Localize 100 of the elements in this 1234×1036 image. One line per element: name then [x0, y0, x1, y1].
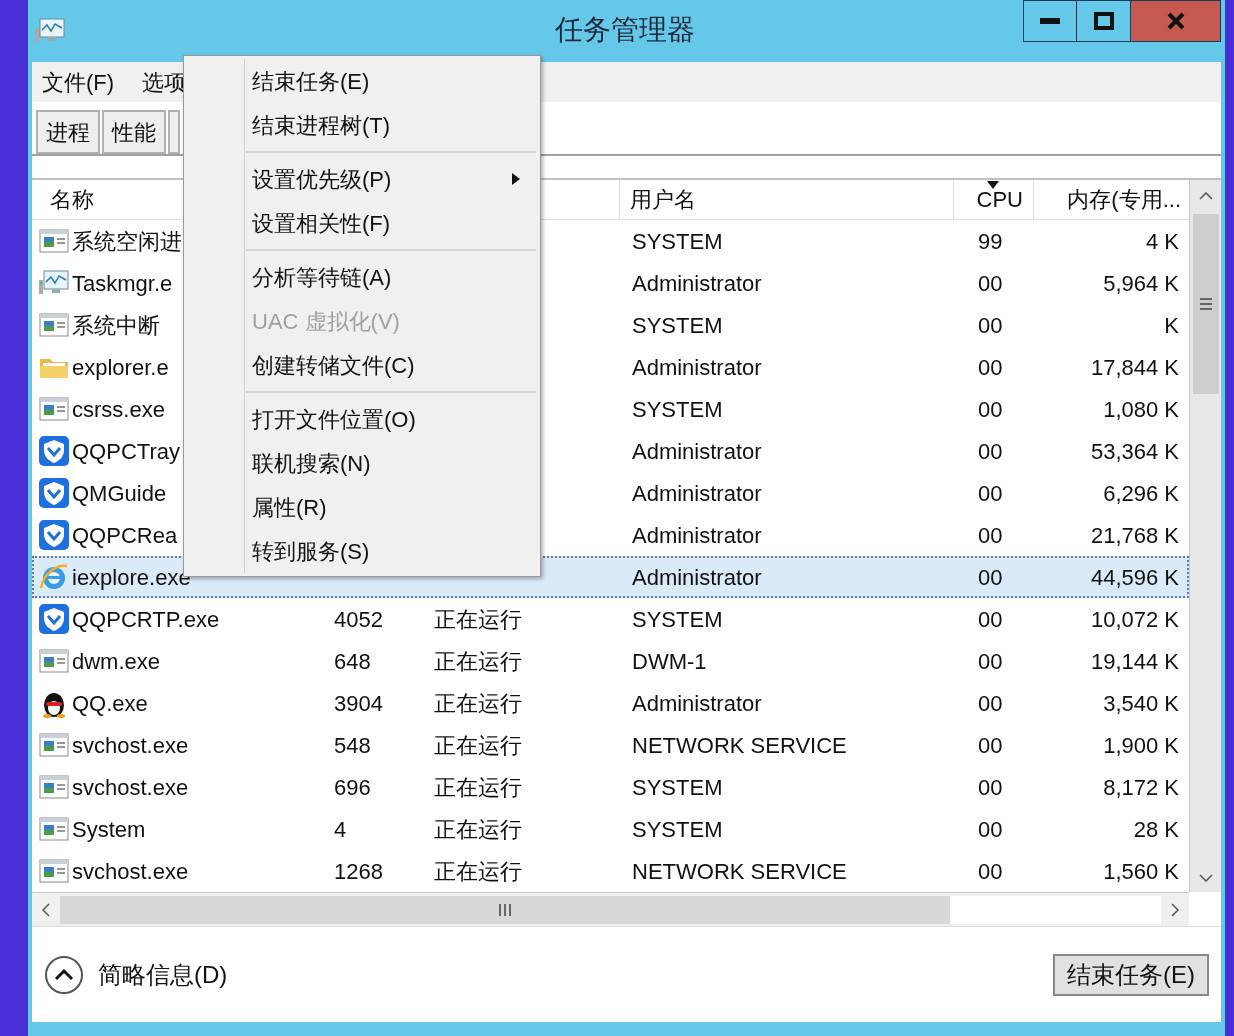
pid-cell: 3904 [334, 690, 383, 716]
user-cell: SYSTEM [632, 312, 723, 338]
maximize-button[interactable] [1077, 0, 1131, 42]
scroll-thumb[interactable] [1192, 214, 1219, 394]
window-icon [38, 856, 70, 886]
memory-cell-text: 6,296 K [1103, 479, 1179, 508]
process-name: svchost.exe [72, 731, 189, 760]
context-menu-item[interactable]: 结束任务(E) [184, 59, 540, 103]
window-title: 任务管理器 [555, 13, 695, 47]
cpu-cell: 00 [978, 606, 1003, 632]
cpu-cell: 00 [978, 774, 1003, 800]
user-cell: DWM-1 [632, 648, 707, 674]
vertical-scrollbar[interactable] [1189, 180, 1221, 892]
column-header[interactable]: CPU [954, 180, 1034, 219]
status-cell: 正在运行 [434, 690, 522, 716]
user-cell: SYSTEM [632, 396, 723, 422]
user-cell: Administrator [632, 480, 762, 506]
user-cell: SYSTEM [632, 774, 723, 800]
scroll-thumb[interactable] [60, 895, 950, 924]
user-cell: Administrator [632, 270, 762, 296]
memory-cell-text: 5,964 K [1103, 269, 1179, 298]
scroll-right-icon [1171, 902, 1179, 917]
cpu-cell: 00 [978, 564, 1003, 590]
status-cell: 正在运行 [434, 774, 522, 800]
process-name: Taskmgr.e [72, 269, 173, 298]
cpu-cell: 00 [978, 522, 1003, 548]
memory-cell-text: 1,560 K [1103, 857, 1179, 886]
user-cell: NETWORK SERVICE [632, 732, 847, 758]
memory-cell-text: 3,540 K [1103, 689, 1179, 718]
process-name: dwm.exe [72, 647, 161, 676]
memory-cell-text: 28 K [1133, 815, 1179, 844]
cpu-cell: 00 [978, 480, 1003, 506]
cpu-cell: 00 [978, 648, 1003, 674]
window-icon [38, 394, 70, 424]
process-name: 系统空闲进 [72, 227, 182, 256]
cpu-cell: 00 [978, 438, 1003, 464]
menu-item[interactable]: 文件(F) [42, 65, 115, 99]
cpu-cell: 00 [978, 396, 1003, 422]
end-task-button[interactable]: 结束任务(E) [1053, 953, 1209, 996]
cpu-cell: 00 [978, 270, 1003, 296]
tab[interactable]: 进程 [36, 110, 100, 154]
minimize-button[interactable] [1023, 0, 1077, 42]
close-button[interactable] [1131, 0, 1221, 42]
tab[interactable]: 性能 [102, 110, 166, 154]
status-cell: 正在运行 [434, 732, 522, 758]
details-link[interactable]: 简略信息(D) [98, 956, 228, 993]
maximize-icon [1093, 12, 1114, 30]
memory-cell-text: K [1164, 311, 1179, 340]
cpu-cell: 00 [978, 312, 1003, 338]
shield-icon [38, 478, 70, 508]
cpu-cell: 00 [978, 354, 1003, 380]
user-cell: SYSTEM [632, 816, 723, 842]
column-header[interactable]: 内存(专用... [1034, 180, 1189, 219]
pid-cell: 548 [334, 732, 371, 758]
process-name: QQPCTray [72, 437, 180, 466]
window-icon [38, 730, 70, 760]
shield-icon [38, 436, 70, 466]
context-menu-item[interactable]: 属性(R) [184, 485, 540, 529]
collapse-icon[interactable] [44, 954, 84, 995]
memory-cell-text: 1,900 K [1103, 731, 1179, 760]
memory-cell-text: 21,768 K [1090, 521, 1179, 550]
status-cell: 正在运行 [434, 648, 522, 674]
context-menu-item[interactable]: 创建转储文件(C) [184, 343, 540, 387]
memory-cell-text: 17,844 K [1090, 353, 1179, 382]
context-menu-item[interactable]: 结束进程树(T) [184, 103, 540, 147]
pid-cell: 648 [334, 648, 371, 674]
user-cell: SYSTEM [632, 228, 723, 254]
user-cell: NETWORK SERVICE [632, 858, 847, 884]
context-menu-item[interactable]: 打开文件位置(O) [184, 397, 540, 441]
memory-cell-text: 8,172 K [1103, 773, 1179, 802]
scroll-down-icon [1198, 874, 1213, 882]
window-icon [38, 226, 70, 256]
process-name: svchost.exe [72, 773, 189, 802]
memory-cell-text: 44,596 K [1090, 563, 1179, 592]
horizontal-scrollbar[interactable] [32, 892, 1189, 926]
user-cell: Administrator [632, 438, 762, 464]
pid-cell: 4052 [334, 606, 383, 632]
process-name: explorer.e [72, 353, 169, 382]
process-name: csrss.exe [72, 395, 165, 424]
window-icon [38, 310, 70, 340]
scroll-up-icon [1198, 192, 1213, 200]
close-icon [1166, 12, 1185, 30]
cpu-cell: 99 [978, 228, 1003, 254]
process-name: QQPCRea [72, 521, 178, 550]
user-cell: Administrator [632, 354, 762, 380]
user-cell: SYSTEM [632, 606, 723, 632]
context-menu-item[interactable]: 分析等待链(A) [184, 255, 540, 299]
window-icon [38, 646, 70, 676]
sort-arrow-icon [987, 181, 999, 189]
pid-cell: 1268 [334, 858, 383, 884]
context-menu-item[interactable]: 联机搜索(N) [184, 441, 540, 485]
memory-cell-text: 1,080 K [1103, 395, 1179, 424]
window-icon [38, 772, 70, 802]
submenu-arrow-icon [512, 173, 520, 185]
shield-icon [38, 520, 70, 550]
memory-cell-text: 10,072 K [1090, 605, 1179, 634]
column-header[interactable]: 用户名 [620, 180, 954, 219]
status-cell: 正在运行 [434, 606, 522, 632]
tab[interactable] [168, 110, 180, 154]
memory-cell-text: 53,364 K [1090, 437, 1179, 466]
